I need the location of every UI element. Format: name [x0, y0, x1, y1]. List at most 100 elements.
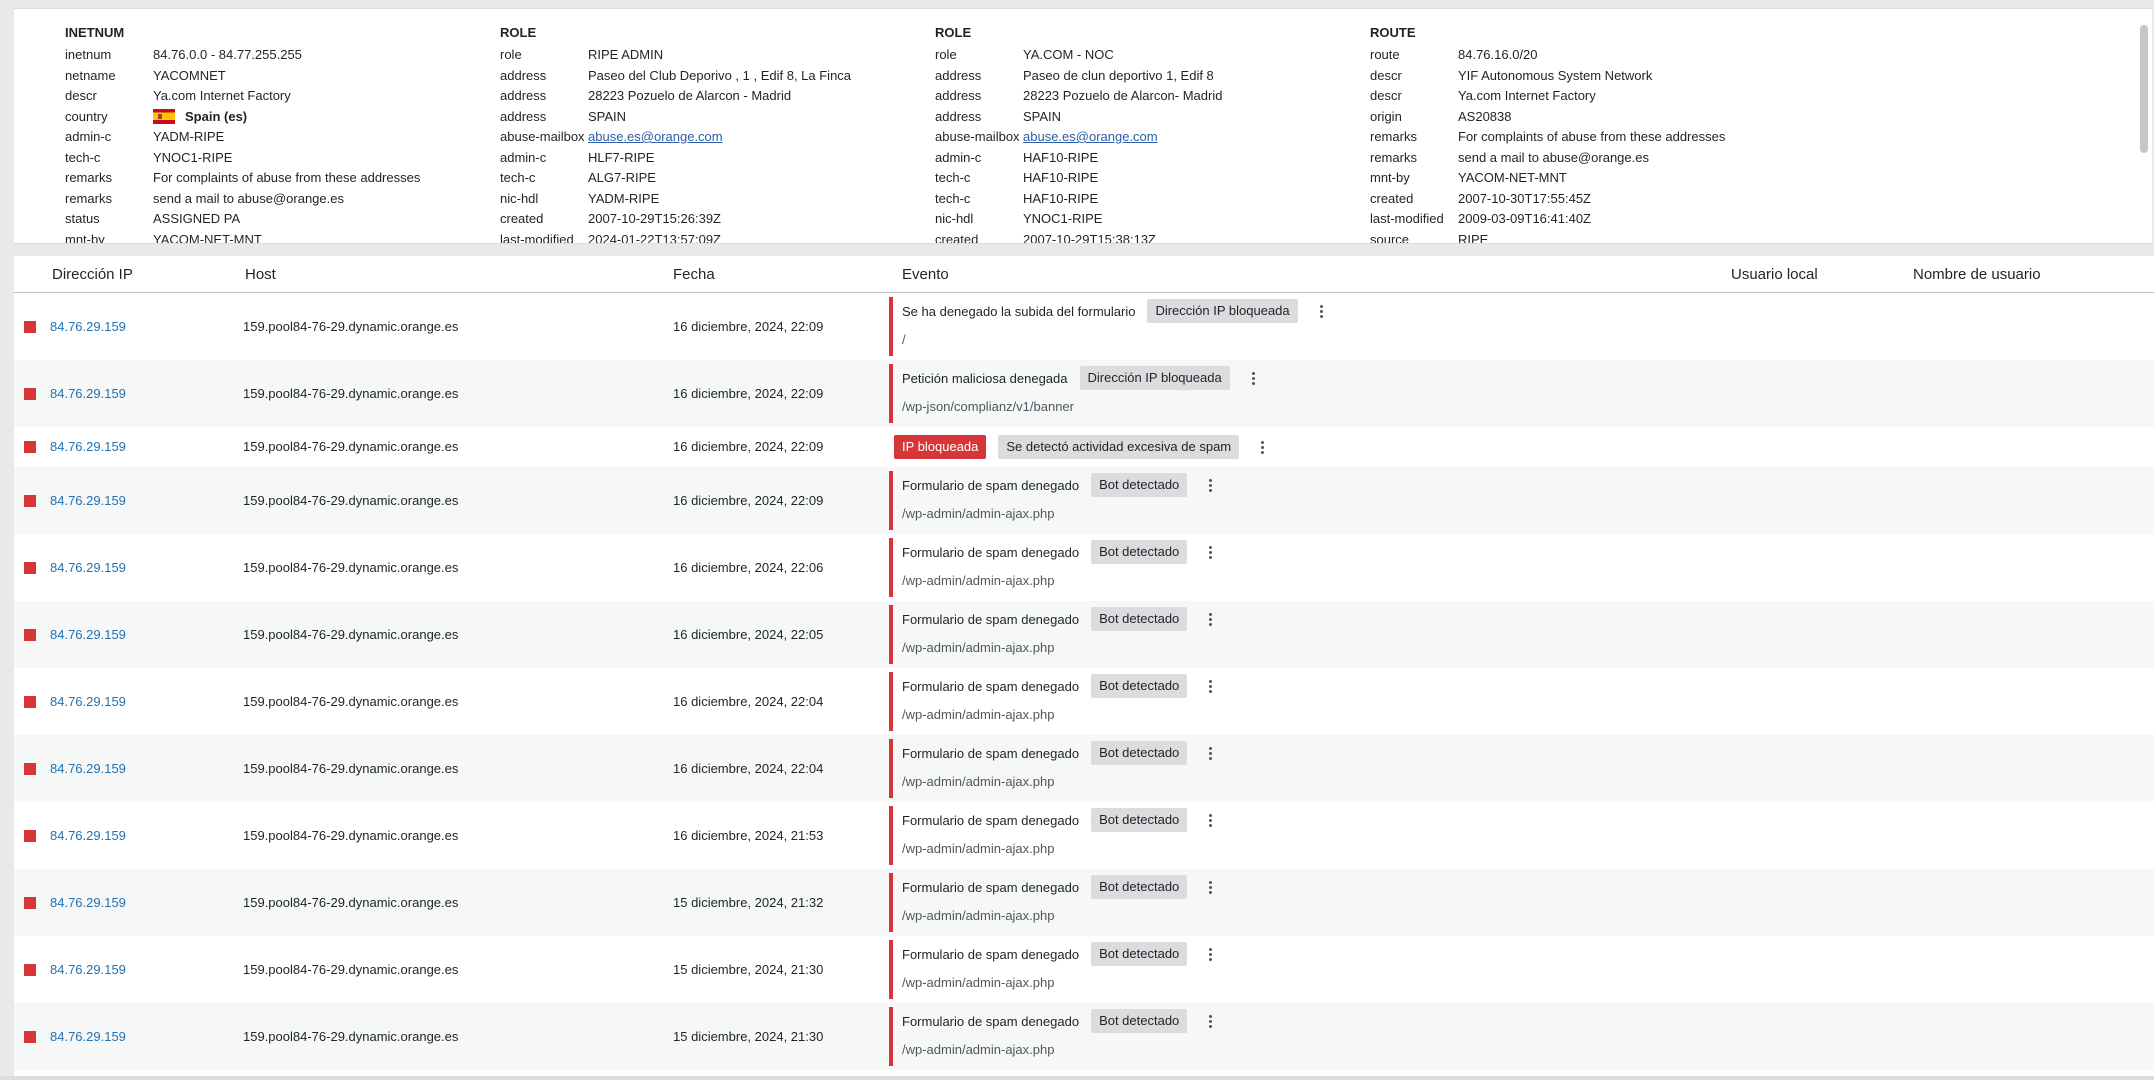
- whois-value: RIPE: [1458, 231, 1489, 244]
- table-row[interactable]: 84.76.29.159 159.pool84-76-29.dynamic.ora…: [14, 467, 2154, 534]
- abuse-mailbox-link[interactable]: abuse.es@orange.com: [1023, 127, 1158, 148]
- whois-value: YACOM-NET-MNT: [153, 231, 262, 244]
- table-row[interactable]: 84.76.29.159 159.pool84-76-29.dynamic.ora…: [14, 869, 2154, 936]
- table-row[interactable]: 84.76.29.159 159.pool84-76-29.dynamic.ora…: [14, 293, 2154, 360]
- whois-key: admin-c: [935, 149, 982, 165]
- table-row[interactable]: 84.76.29.159 159.pool84-76-29.dynamic.ora…: [14, 668, 2154, 735]
- event-cell: Formulario de spam denegado Bot detectado: [902, 741, 1213, 765]
- ip-link[interactable]: 84.76.29.159: [50, 627, 126, 642]
- event-severity-bar: [889, 471, 893, 530]
- event-cell: Formulario de spam denegado Bot detectado: [902, 875, 1213, 899]
- kebab-dot: [1209, 813, 1213, 817]
- whois-value: 2007-10-29T15:38:13Z: [1023, 231, 1156, 244]
- column-header-ip[interactable]: Dirección IP: [52, 266, 133, 283]
- kebab-dot: [1209, 890, 1213, 894]
- table-row[interactable]: 84.76.29.159 159.pool84-76-29.dynamic.ora…: [14, 936, 2154, 1003]
- whois-scrollbar[interactable]: [2140, 17, 2148, 237]
- ip-link[interactable]: 84.76.29.159: [50, 439, 126, 454]
- table-row[interactable]: 84.76.29.159 159.pool84-76-29.dynamic.ora…: [14, 427, 2154, 467]
- whois-value: YA.COM - NOC: [1023, 47, 1114, 62]
- whois-value: HLF7-RIPE: [588, 149, 655, 165]
- more-vertical-icon[interactable]: [1209, 678, 1213, 694]
- table-row[interactable]: 84.76.29.159 159.pool84-76-29.dynamic.ora…: [14, 534, 2154, 601]
- kebab-dot: [1209, 545, 1213, 549]
- more-vertical-icon[interactable]: [1209, 544, 1213, 560]
- whois-row-descr: descr Ya.com Internet Factory: [1370, 86, 1790, 107]
- column-header-host[interactable]: Host: [245, 266, 276, 283]
- host-cell: 159.pool84-76-29.dynamic.orange.es: [243, 559, 459, 575]
- ip-link[interactable]: 84.76.29.159: [50, 895, 126, 910]
- whois-section-title: INETNUM: [65, 25, 125, 40]
- kebab-dot: [1209, 818, 1213, 822]
- whois-value: HAF10-RIPE: [1023, 190, 1099, 206]
- more-vertical-icon[interactable]: [1209, 946, 1213, 962]
- date-cell: 15 diciembre, 2024, 21:30: [673, 1028, 824, 1044]
- ip-link[interactable]: 84.76.29.159: [50, 828, 126, 843]
- event-path: /wp-admin/admin-ajax.php: [902, 1042, 1055, 1057]
- abuse-mailbox-link[interactable]: abuse.es@orange.com: [588, 127, 723, 148]
- ip-link[interactable]: 84.76.29.159: [50, 1029, 126, 1044]
- whois-row-tech-c: tech-c ALG7-RIPE: [500, 168, 920, 189]
- whois-row-remarks: remarks send a mail to abuse@orange.es: [65, 189, 485, 210]
- whois-value: HAF10-RIPE: [1023, 170, 1099, 185]
- more-vertical-icon[interactable]: [1261, 439, 1265, 455]
- table-row[interactable]: 84.76.29.159 159.pool84-76-29.dynamic.ora…: [14, 1003, 2154, 1070]
- event-reason-badge: Bot detectado: [1091, 473, 1188, 497]
- ip-link[interactable]: 84.76.29.159: [50, 694, 126, 709]
- ip-link[interactable]: 84.76.29.159: [50, 761, 126, 776]
- whois-key: last-modified: [500, 231, 574, 244]
- ip-link[interactable]: 84.76.29.159: [50, 493, 126, 508]
- whois-key: address: [935, 108, 982, 124]
- whois-key: remarks: [65, 170, 112, 185]
- column-header-event[interactable]: Evento: [902, 266, 949, 283]
- event-path: /wp-json/complianz/v1/banner: [902, 399, 1074, 414]
- date-cell: 16 diciembre, 2024, 22:09: [673, 385, 824, 401]
- ip-link[interactable]: 84.76.29.159: [50, 962, 126, 977]
- kebab-dot: [1209, 478, 1213, 482]
- whois-section-role-2: ROLE role YA.COM - NOC address Paseo de clun…: [935, 25, 1355, 244]
- whois-scrollbar-thumb[interactable]: [2140, 25, 2148, 153]
- blocked-status-icon: [24, 963, 36, 976]
- event-severity-bar: [889, 873, 893, 932]
- whois-section-route-3: ROUTE route 84.76.16.0/20 descr YIF Autonomo…: [1370, 25, 1790, 244]
- more-vertical-icon[interactable]: [1209, 745, 1213, 761]
- kebab-dot: [1209, 679, 1213, 683]
- event-cell: Se ha denegado la subida del formulario D…: [902, 299, 1324, 323]
- host-cell: 159.pool84-76-29.dynamic.orange.es: [243, 1028, 459, 1044]
- more-vertical-icon[interactable]: [1251, 370, 1256, 386]
- event-title: Formulario de spam denegado: [902, 812, 1080, 828]
- column-header-date[interactable]: Fecha: [673, 266, 715, 283]
- kebab-dot: [1209, 952, 1213, 956]
- blocked-status-icon: [24, 695, 36, 708]
- event-path: /wp-admin/admin-ajax.php: [902, 707, 1055, 722]
- column-header-username[interactable]: Nombre de usuario: [1913, 266, 2041, 283]
- host-cell: 159.pool84-76-29.dynamic.orange.es: [243, 492, 459, 508]
- ip-link[interactable]: 84.76.29.159: [50, 319, 126, 334]
- more-vertical-icon[interactable]: [1209, 879, 1213, 895]
- bottom-edge: [0, 1076, 2154, 1080]
- ip-link[interactable]: 84.76.29.159: [50, 560, 126, 575]
- event-path: /wp-admin/admin-ajax.php: [902, 774, 1055, 789]
- whois-key: inetnum: [65, 47, 112, 62]
- more-vertical-icon[interactable]: [1209, 611, 1213, 627]
- more-vertical-icon[interactable]: [1209, 812, 1213, 828]
- table-row[interactable]: 84.76.29.159 159.pool84-76-29.dynamic.ora…: [14, 735, 2154, 802]
- table-row[interactable]: 84.76.29.159 159.pool84-76-29.dynamic.ora…: [14, 802, 2154, 869]
- table-row[interactable]: 84.76.29.159 159.pool84-76-29.dynamic.ora…: [14, 360, 2154, 427]
- ip-link[interactable]: 84.76.29.159: [50, 386, 126, 401]
- event-path: /wp-admin/admin-ajax.php: [902, 841, 1055, 856]
- more-vertical-icon[interactable]: [1209, 477, 1213, 493]
- kebab-dot: [1319, 309, 1323, 313]
- kebab-dot: [1209, 612, 1213, 616]
- whois-row-address: address 28223 Pozuelo de Alarcon- Madrid: [935, 86, 1355, 107]
- more-vertical-icon[interactable]: [1319, 303, 1324, 319]
- whois-value: 2007-10-29T15:26:39Z: [588, 211, 721, 226]
- host-cell: 159.pool84-76-29.dynamic.orange.es: [243, 961, 459, 977]
- whois-row-route: route 84.76.16.0/20: [1370, 45, 1790, 66]
- blocked-status-icon: [24, 628, 36, 641]
- column-header-local-user[interactable]: Usuario local: [1731, 266, 1818, 283]
- date-cell: 16 diciembre, 2024, 21:53: [673, 827, 824, 843]
- whois-key: mnt-by: [65, 231, 105, 244]
- more-vertical-icon[interactable]: [1209, 1013, 1213, 1029]
- table-row[interactable]: 84.76.29.159 159.pool84-76-29.dynamic.ora…: [14, 601, 2154, 668]
